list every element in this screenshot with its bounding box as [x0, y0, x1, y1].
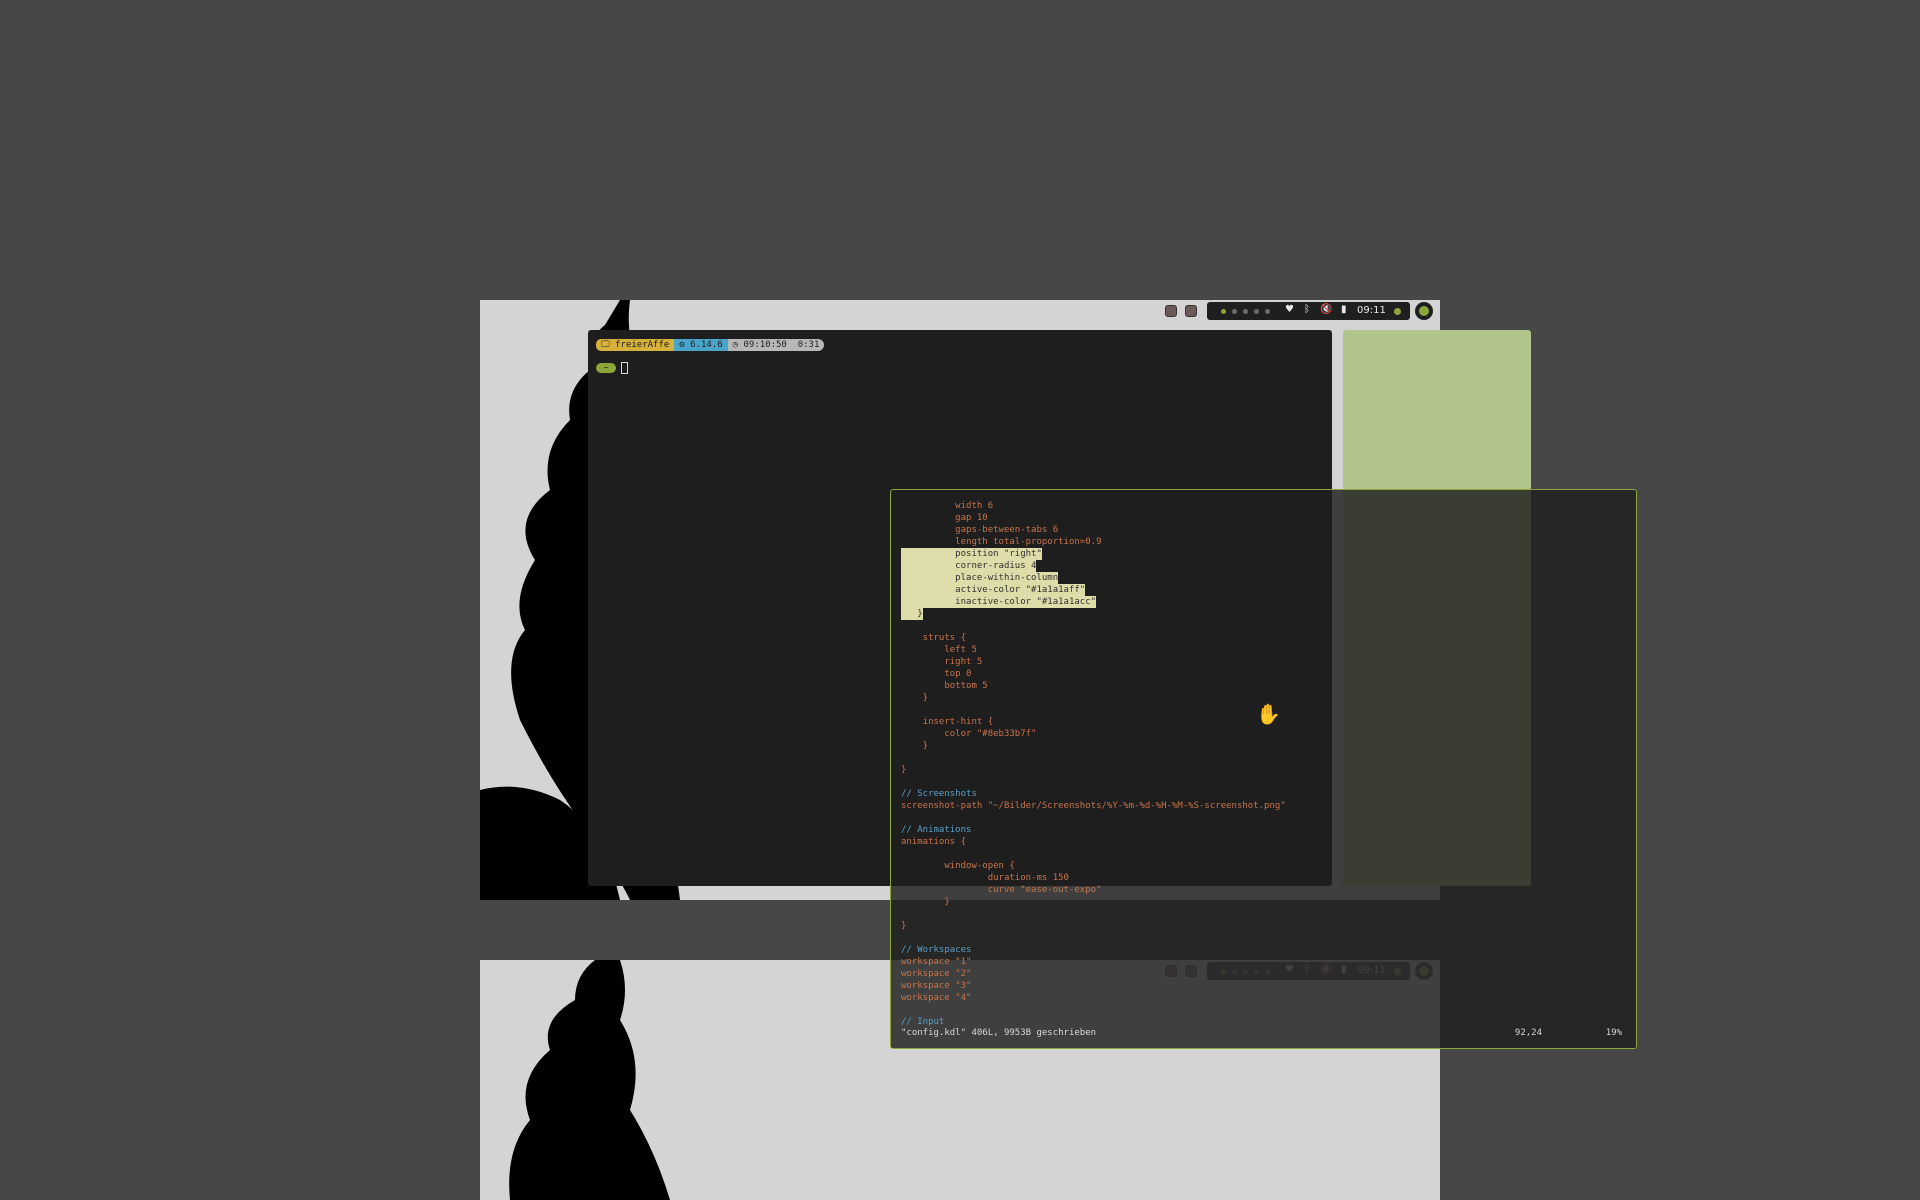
code-line[interactable]: curve "ease-out-expo": [901, 884, 1102, 896]
code-line[interactable]: top 0: [901, 668, 971, 680]
battery-icon[interactable]: ▮: [1341, 304, 1347, 315]
code-line[interactable]: }: [901, 920, 906, 932]
code-line[interactable]: workspace "3": [901, 980, 971, 992]
code-line[interactable]: workspace "1": [901, 956, 971, 968]
code-line[interactable]: }: [901, 764, 906, 776]
code-line[interactable]: inactive-color "#1a1a1acc": [901, 596, 1097, 608]
workspace-indicator[interactable]: [1232, 309, 1237, 314]
code-line[interactable]: gap 10: [901, 512, 988, 524]
wifi-icon[interactable]: ♥: [1285, 304, 1294, 315]
tray-app-icon[interactable]: [1165, 305, 1177, 317]
code-line[interactable]: active-color "#1a1a1aff": [901, 584, 1086, 596]
bluetooth-icon[interactable]: ᛒ: [1304, 304, 1310, 315]
prompt-host: freierAffe: [615, 340, 670, 350]
code-line[interactable]: struts {: [901, 632, 966, 644]
workspace-indicator[interactable]: [1254, 309, 1259, 314]
code-line[interactable]: // Workspaces: [901, 944, 971, 956]
prompt-duration: 0:31: [797, 340, 820, 350]
code-line[interactable]: }: [901, 608, 923, 620]
code-line[interactable]: screenshot-path "~/Bilder/Screenshots/%Y…: [901, 800, 1286, 812]
code-line[interactable]: insert-hint {: [901, 716, 993, 728]
code-line[interactable]: position "right": [901, 548, 1042, 560]
tray-app-icon[interactable]: [1185, 305, 1197, 317]
volume-muted-icon[interactable]: 🔇: [1320, 304, 1332, 315]
code-line[interactable]: gaps-between-tabs 6: [901, 524, 1058, 536]
status-message: "config.kdl" 406L, 9953B geschrieben: [901, 1028, 1097, 1038]
scroll-percent: 19%: [1605, 1028, 1622, 1038]
code-line[interactable]: length total-proportion=0.9: [901, 536, 1101, 548]
prompt-kernel-segment: ⚙ 6.14.6: [674, 339, 728, 351]
workspace-indicator-active[interactable]: [1221, 309, 1226, 314]
code-line[interactable]: bottom 5: [901, 680, 987, 692]
workspace-indicator[interactable]: [1265, 309, 1270, 314]
code-line[interactable]: place-within-column: [901, 572, 1059, 584]
code-line[interactable]: // Screenshots: [901, 788, 977, 800]
cursor-position: 92,24: [1514, 1028, 1542, 1038]
code-line[interactable]: color "#8eb33b7f": [901, 728, 1036, 740]
code-line[interactable]: }: [901, 692, 928, 704]
status-pill: ♥ ᛒ 🔇 ▮ 09:11: [1207, 302, 1410, 320]
status-dot: [1394, 308, 1401, 315]
clock[interactable]: 09:11: [1357, 305, 1386, 316]
prompt-time-segment: ◷ 09:10:50 0:31: [727, 339, 825, 351]
status-bar: ♥ ᛒ 🔇 ▮ 09:11: [480, 300, 1440, 322]
code-line[interactable]: right 5: [901, 656, 982, 668]
terminal-cursor[interactable]: [621, 362, 628, 374]
workspace-indicator[interactable]: [1243, 309, 1248, 314]
code-line[interactable]: corner-radius 4: [901, 560, 1037, 572]
code-line[interactable]: animations {: [901, 836, 966, 848]
shell-prompt: 🖵 freierAffe ⚙ 6.14.6 ◷ 09:10:50 0:31: [596, 339, 825, 351]
launcher-icon[interactable]: [1415, 302, 1433, 320]
grab-hand-cursor-icon: ✋: [1256, 702, 1281, 726]
code-line[interactable]: left 5: [901, 644, 977, 656]
code-line[interactable]: duration-ms 150: [901, 872, 1069, 884]
code-line[interactable]: }: [901, 896, 949, 908]
code-line[interactable]: width 6: [901, 500, 993, 512]
editor-statusline: "config.kdl" 406L, 9953B geschrieben 92,…: [901, 1027, 1622, 1039]
editor-window[interactable]: width 6 gap 10 gaps-between-tabs 6 lengt…: [890, 489, 1637, 1049]
prompt-kernel: 6.14.6: [690, 340, 723, 350]
prompt-host-segment: 🖵 freierAffe: [596, 339, 675, 351]
prompt-cwd: ~: [596, 363, 616, 373]
code-line[interactable]: workspace "4": [901, 992, 971, 1004]
code-line[interactable]: // Animations: [901, 824, 971, 836]
prompt-time: 09:10:50: [743, 340, 787, 350]
code-line[interactable]: window-open {: [901, 860, 1014, 872]
code-line[interactable]: workspace "2": [901, 968, 971, 980]
code-line[interactable]: }: [901, 740, 928, 752]
